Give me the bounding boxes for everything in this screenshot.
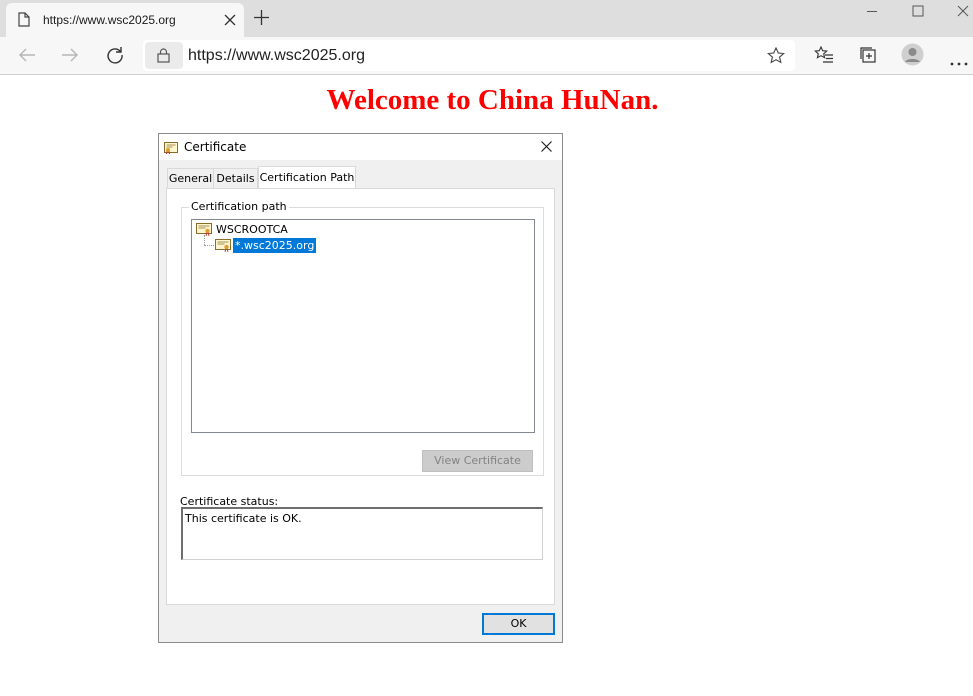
tab-details[interactable]: Details bbox=[213, 168, 258, 188]
site-info-button[interactable] bbox=[145, 42, 183, 69]
browser-tab[interactable]: https://www.wsc2025.org bbox=[6, 3, 244, 37]
address-text[interactable]: https://www.wsc2025.org bbox=[188, 47, 365, 65]
new-tab-icon[interactable] bbox=[254, 10, 269, 30]
certification-tree[interactable]: WSCROOTCA *.wsc2025.org bbox=[191, 219, 535, 433]
collections-icon[interactable] bbox=[859, 46, 877, 69]
view-certificate-button[interactable]: View Certificate bbox=[422, 450, 533, 472]
maximize-icon[interactable] bbox=[912, 4, 924, 22]
certificate-icon bbox=[164, 141, 178, 157]
lock-icon bbox=[157, 48, 170, 63]
tab-general[interactable]: General bbox=[167, 168, 214, 188]
back-icon[interactable] bbox=[18, 47, 36, 68]
certificate-icon bbox=[215, 239, 231, 255]
certification-path-group: Certification path WSCROOTCA *.wsc2025.o bbox=[181, 200, 544, 476]
certificate-dialog: Certificate General Details Certificatio… bbox=[158, 133, 563, 643]
favorite-star-icon[interactable] bbox=[766, 46, 786, 69]
dialog-close-icon[interactable] bbox=[540, 140, 553, 156]
minimize-icon[interactable] bbox=[866, 4, 878, 22]
favorites-icon[interactable] bbox=[814, 45, 834, 69]
profile-avatar-icon[interactable] bbox=[901, 43, 924, 71]
page-icon bbox=[18, 12, 30, 32]
tab-panel: Certification path WSCROOTCA *.wsc2025.o bbox=[166, 188, 555, 605]
tree-connector bbox=[204, 235, 205, 245]
page-heading: Welcome to China HuNan. bbox=[326, 84, 659, 116]
refresh-icon[interactable] bbox=[106, 46, 124, 69]
certificate-status-text: This certificate is OK. bbox=[185, 512, 302, 525]
certificate-status-box: This certificate is OK. bbox=[181, 507, 543, 560]
tree-node-label: WSCROOTCA bbox=[216, 223, 288, 236]
group-label: Certification path bbox=[189, 200, 289, 213]
address-bar[interactable]: https://www.wsc2025.org bbox=[143, 40, 795, 71]
tab-title: https://www.wsc2025.org bbox=[43, 13, 176, 27]
browser-toolbar: https://www.wsc2025.org bbox=[0, 37, 973, 75]
ok-button[interactable]: OK bbox=[482, 613, 555, 635]
tab-certification-path[interactable]: Certification Path bbox=[258, 166, 356, 189]
close-window-icon[interactable] bbox=[957, 4, 969, 22]
forward-icon[interactable] bbox=[61, 47, 79, 68]
dialog-title: Certificate bbox=[184, 140, 247, 154]
dialog-titlebar: Certificate bbox=[159, 134, 562, 160]
tree-node-label: *.wsc2025.org bbox=[233, 238, 317, 253]
close-tab-icon[interactable] bbox=[224, 13, 236, 31]
tab-strip: https://www.wsc2025.org bbox=[0, 0, 973, 37]
more-menu-icon[interactable] bbox=[950, 53, 968, 71]
tree-connector bbox=[204, 245, 214, 246]
